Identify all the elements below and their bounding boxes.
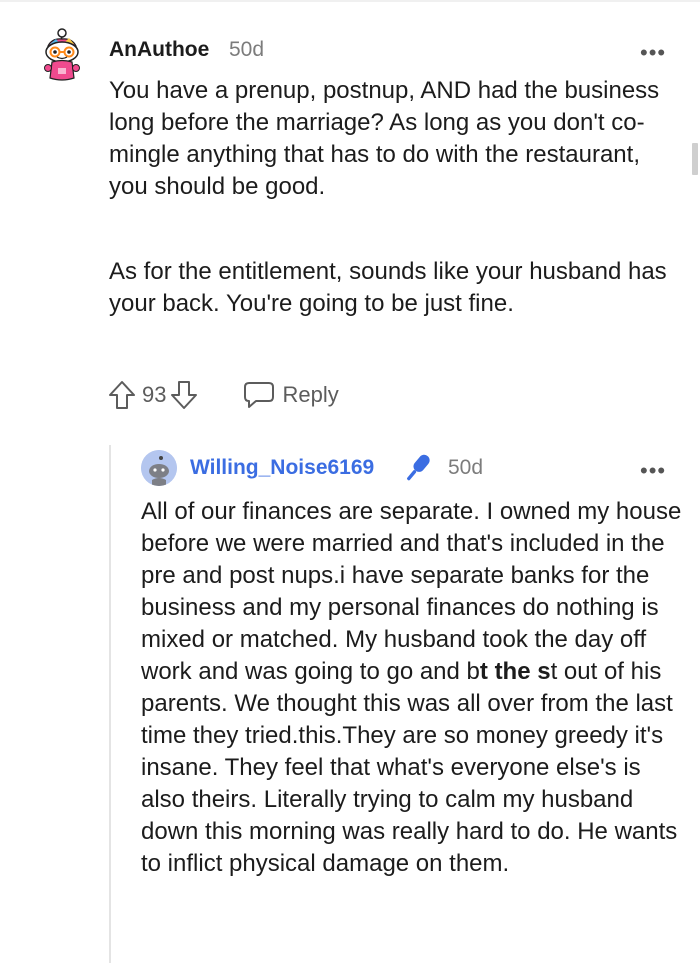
top-divider — [0, 0, 700, 2]
reply-text-bold: t the s — [479, 658, 551, 685]
thread-line[interactable] — [109, 445, 111, 963]
reply-text-part-2: t out of his parents. We thought this wa… — [141, 658, 678, 877]
reply-author[interactable]: Willing_Noise6169 — [190, 456, 374, 480]
vote-count: 93 — [142, 382, 167, 407]
reply-age: 50d — [448, 456, 484, 479]
comment-age: 50d — [229, 38, 265, 61]
comment-author[interactable]: AnAuthoe — [109, 38, 209, 62]
reply-text: All of our finances are separate. I owne… — [141, 496, 686, 880]
upvote-icon[interactable] — [108, 380, 136, 410]
comment-paragraph-1: You have a prenup, postnup, AND had the … — [109, 77, 660, 200]
reply-text-part-1: All of our finances are separate. I owne… — [141, 498, 682, 685]
scrollbar-thumb[interactable] — [692, 143, 698, 175]
downvote-icon[interactable] — [170, 380, 198, 410]
reply-label: Reply — [282, 382, 339, 407]
reply-bubble-icon — [244, 382, 275, 408]
comment-paragraph-2: As for the entitlement, sounds like your… — [109, 258, 667, 317]
reply-button[interactable]: Reply — [242, 380, 339, 410]
snoo-default-avatar-icon[interactable] — [141, 450, 177, 486]
more-options-icon[interactable]: ••• — [640, 42, 666, 64]
comment-actions: 93 Reply — [108, 377, 339, 413]
microphone-icon — [407, 454, 430, 481]
snoo-avatar-icon[interactable] — [38, 26, 86, 82]
reply-more-options-icon[interactable]: ••• — [640, 460, 666, 482]
